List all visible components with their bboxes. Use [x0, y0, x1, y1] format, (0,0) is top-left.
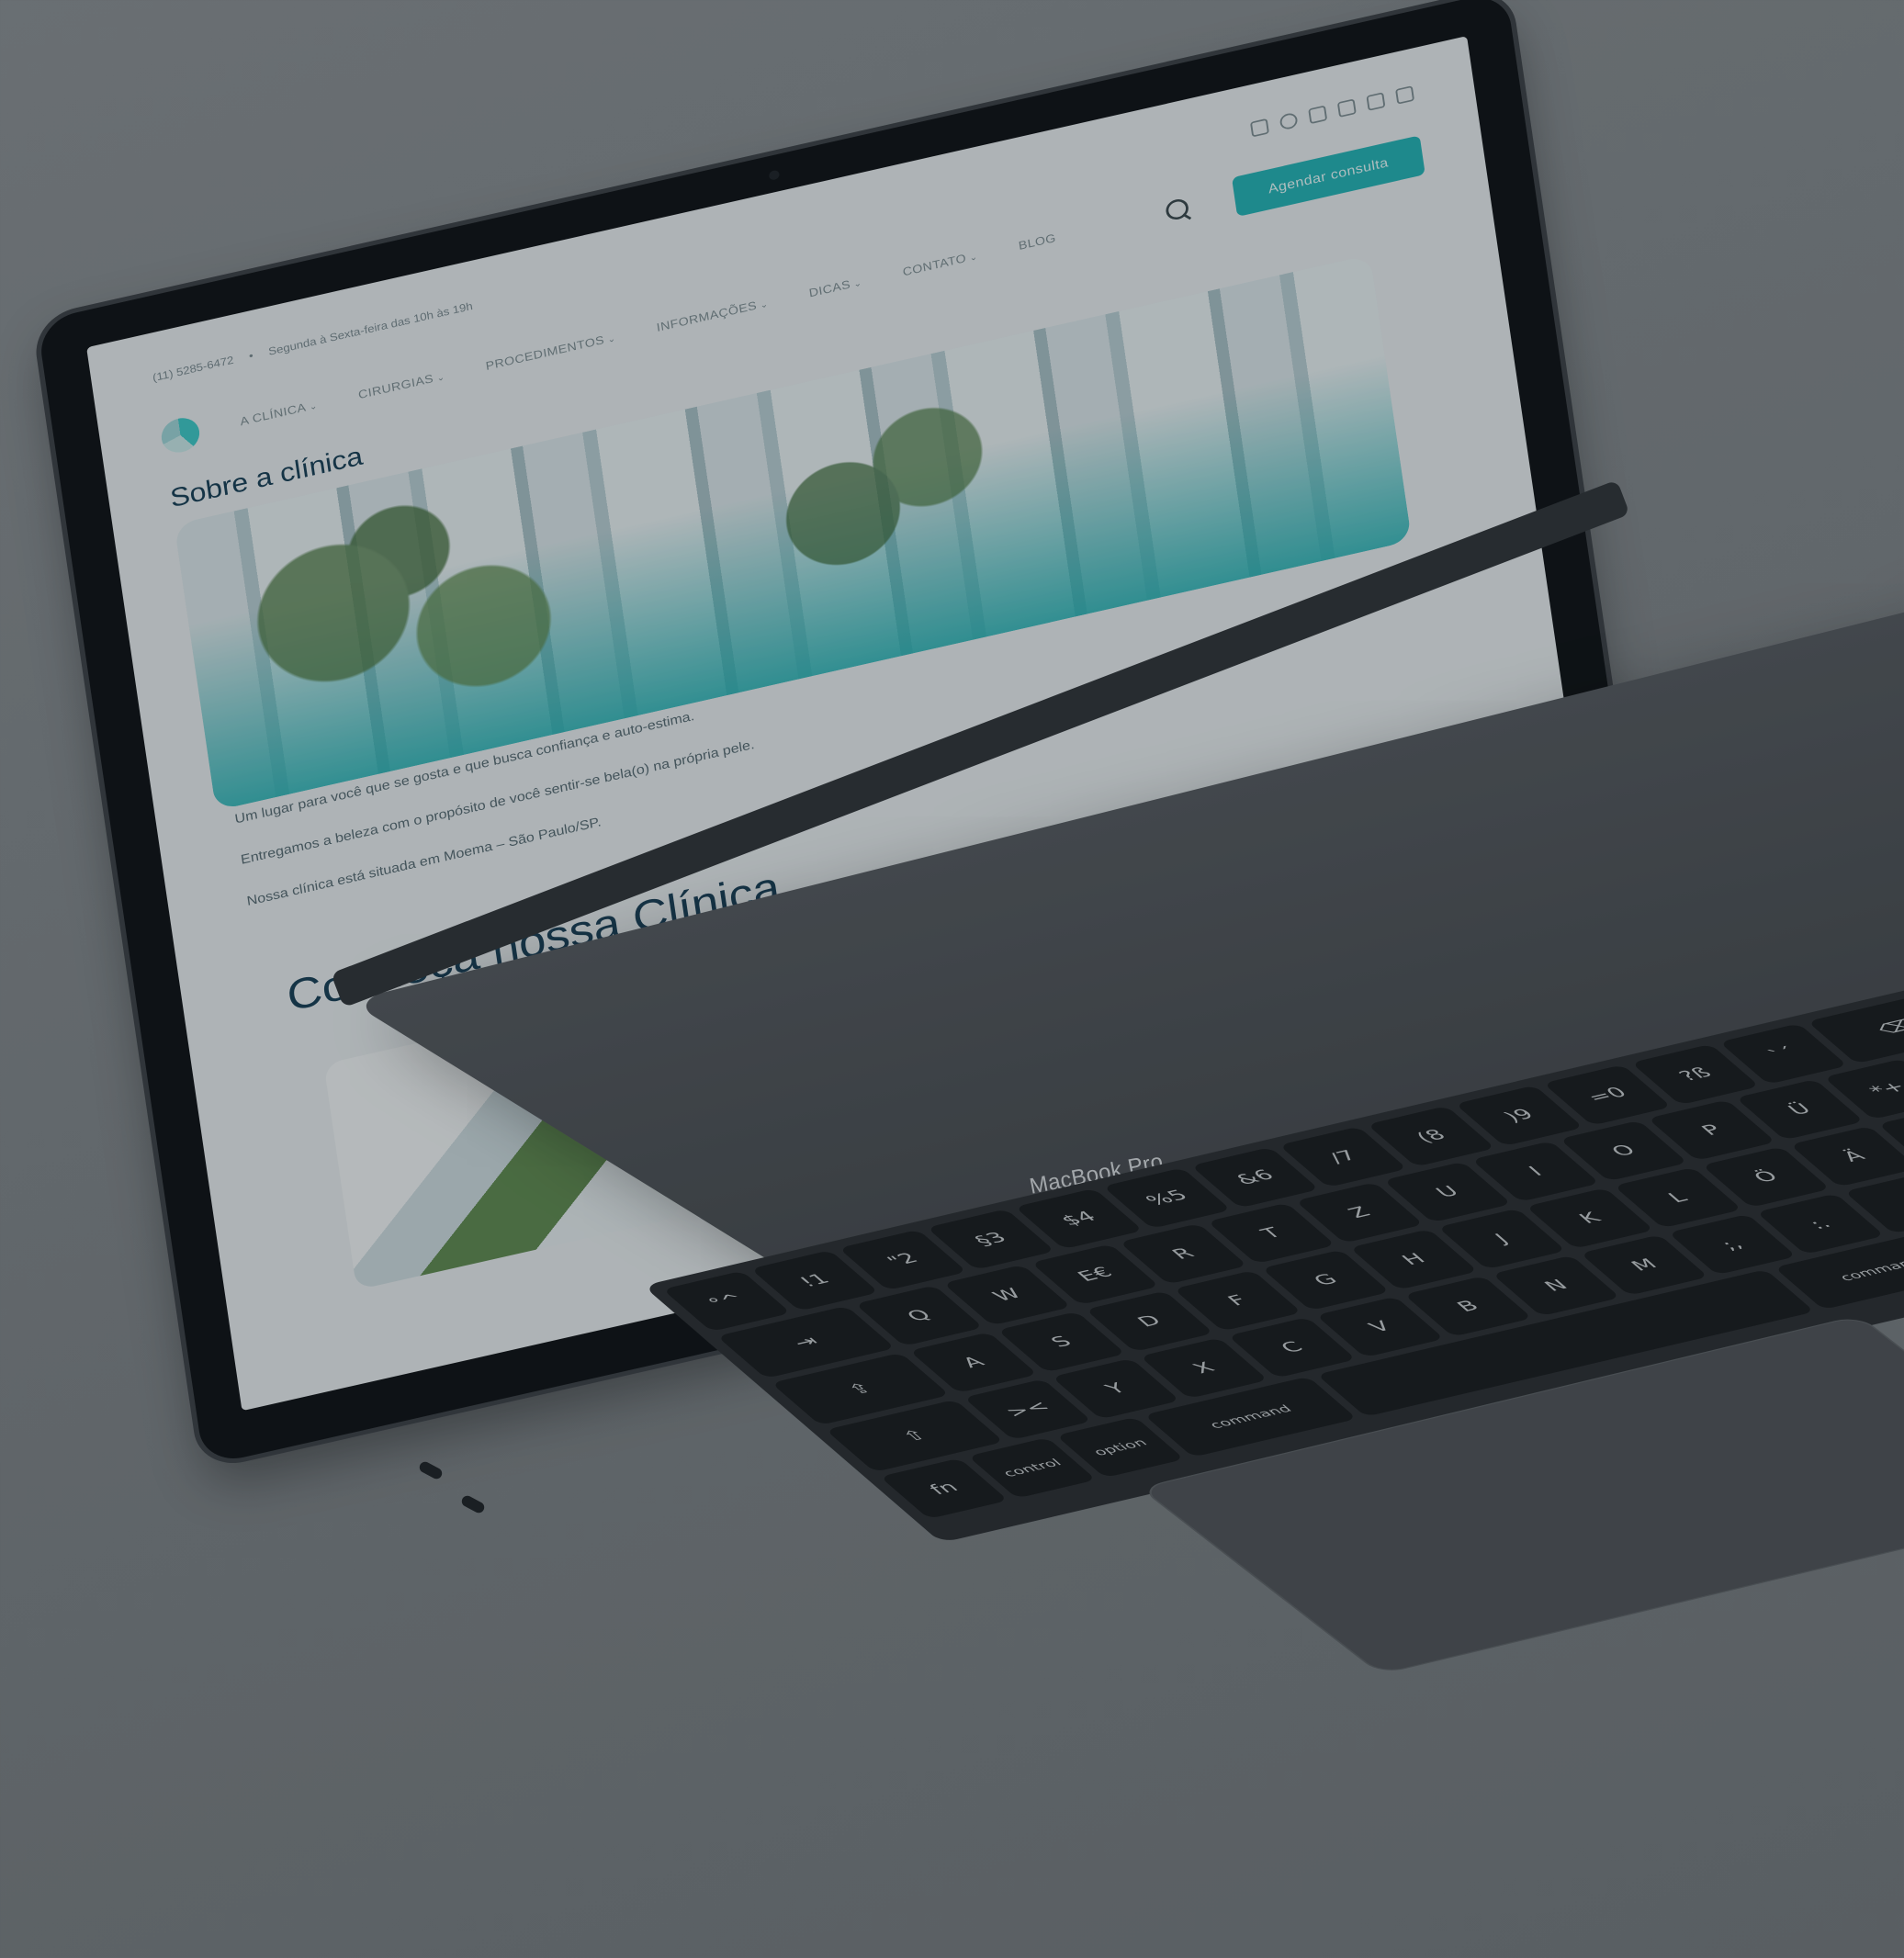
telegram-icon[interactable] [1308, 105, 1328, 125]
nav-item-clinica[interactable]: A CLÍNICA [240, 398, 319, 428]
phone-number[interactable]: (11) 5285-6472 [152, 354, 234, 384]
usb-c-port [417, 1459, 445, 1481]
hero-image-trees [212, 466, 605, 773]
nav-item-cirurgias[interactable]: CIRURGIAS [357, 369, 445, 401]
nav-spacer [1097, 223, 1121, 229]
nav-item-dicas[interactable]: DICAS [808, 275, 862, 299]
search-icon[interactable] [1161, 193, 1196, 227]
facebook-icon[interactable] [1395, 85, 1415, 105]
youtube-icon[interactable] [1366, 92, 1386, 111]
twitter-icon[interactable] [1336, 98, 1357, 118]
nav-item-contato[interactable]: CONTATO [902, 249, 979, 279]
hero-image-trees-2 [727, 388, 1010, 627]
nav-item-informacoes[interactable]: INFORMAÇÕES [656, 296, 769, 334]
instagram-icon[interactable] [1249, 118, 1269, 138]
nav-item-procedimentos[interactable]: PROCEDIMENTOS [485, 331, 616, 373]
whatsapp-icon[interactable] [1279, 111, 1299, 131]
nav-item-blog[interactable]: BLOG [1018, 231, 1057, 253]
webcam [768, 169, 781, 181]
social-icons [1249, 85, 1415, 138]
separator-dot: • [248, 349, 254, 363]
clinic-logo[interactable] [159, 414, 202, 456]
usb-c-port [459, 1493, 487, 1515]
